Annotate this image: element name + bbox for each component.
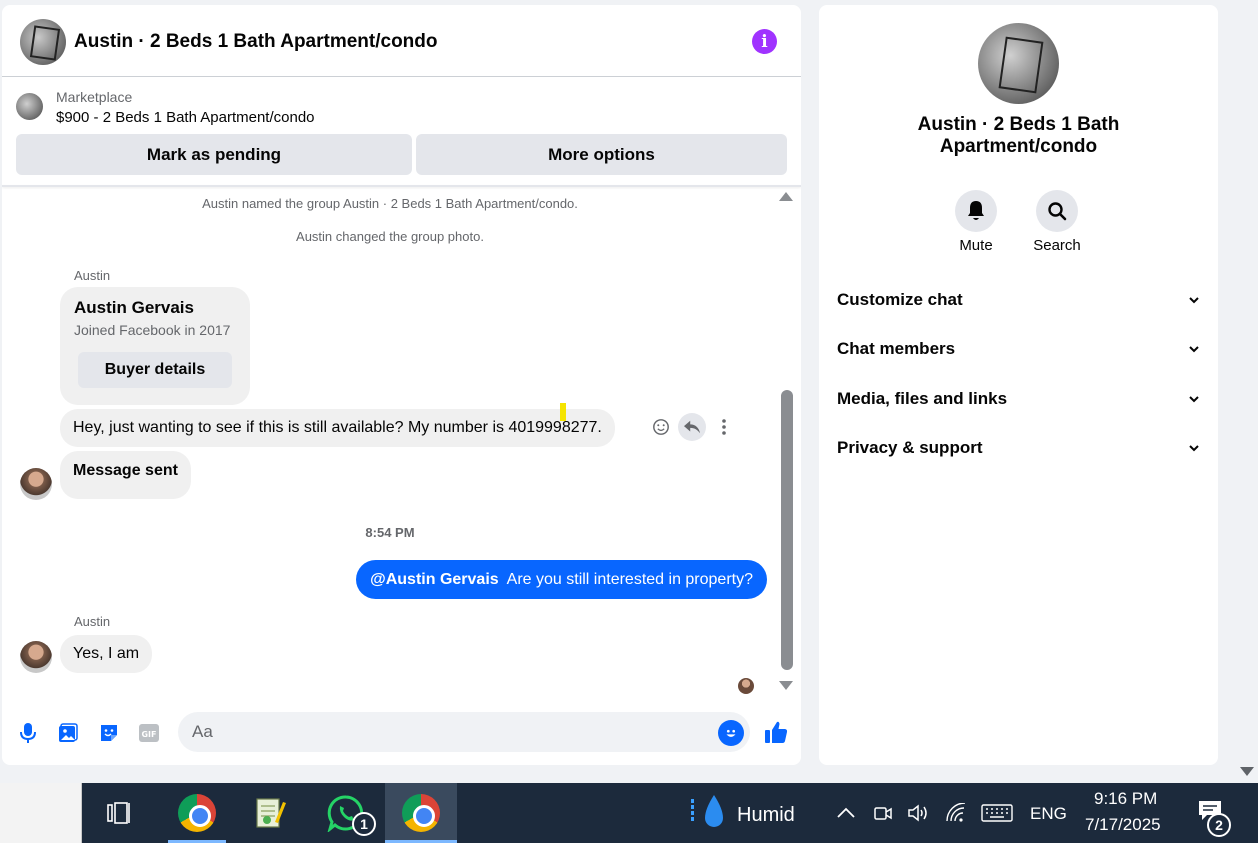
chevron-up-icon[interactable] (836, 801, 856, 825)
chevron-down-icon (1189, 443, 1199, 453)
marketplace-listing: Marketplace $900 - 2 Beds 1 Bath Apartme… (2, 78, 801, 186)
more-vertical-icon[interactable] (710, 413, 738, 441)
weather-label[interactable]: Humid (737, 804, 795, 827)
like-icon[interactable] (764, 720, 788, 744)
chrome-icon[interactable] (168, 783, 226, 843)
section-label: Privacy & support (837, 438, 983, 457)
mute-button[interactable] (955, 190, 997, 232)
outgoing-message-text: Are you still interested in property? (506, 570, 753, 588)
message-bubble[interactable]: Yes, I am (60, 635, 153, 673)
chevron-down-icon (1189, 344, 1199, 354)
section-chat-members[interactable]: Chat members (837, 334, 1199, 364)
weather-icon[interactable] (686, 783, 730, 843)
page-scroll-down-arrow[interactable] (1240, 767, 1254, 776)
group-photo[interactable] (978, 23, 1059, 104)
buyer-card: Austin Gervais Joined Facebook in 2017 B… (60, 287, 250, 405)
volume-icon[interactable] (906, 801, 932, 825)
avatar[interactable] (20, 641, 52, 673)
language-indicator[interactable]: ENG (1030, 804, 1067, 824)
emoji-icon[interactable] (718, 720, 744, 746)
notepad-icon[interactable] (246, 783, 294, 843)
camera-icon[interactable] (872, 801, 894, 825)
outgoing-message-bubble[interactable]: @Austin Gervais Are you still interested… (356, 560, 767, 599)
keyboard-icon[interactable] (980, 801, 1014, 825)
image-icon[interactable] (56, 721, 80, 745)
notifications-badge: 2 (1207, 813, 1231, 837)
section-label: Chat members (837, 339, 956, 358)
section-customize-chat[interactable]: Customize chat (837, 285, 1199, 315)
info-icon[interactable]: i (752, 29, 777, 54)
chat-title[interactable]: Austin · 2 Beds 1 Bath Apartment/condo (74, 31, 438, 53)
message-bubble[interactable]: Hey, just wanting to see if this is stil… (60, 409, 615, 447)
divider (2, 185, 801, 187)
info-title: Austin · 2 Beds 1 Bath Apartment/condo (917, 114, 1120, 157)
svg-text:GIF: GIF (141, 730, 156, 739)
text-cursor (560, 403, 566, 421)
clock-time[interactable]: 9:16 PM (1094, 789, 1157, 809)
buyer-details-button[interactable]: Buyer details (78, 352, 232, 388)
task-view-icon[interactable] (100, 783, 140, 843)
chevron-down-icon (1189, 394, 1199, 404)
more-options-button[interactable]: More options (416, 134, 787, 175)
buyer-name: Austin Gervais (74, 298, 194, 317)
search-button[interactable] (1036, 190, 1078, 232)
avatar[interactable] (20, 468, 52, 500)
reply-icon[interactable] (678, 413, 706, 441)
search-label: Search (1033, 237, 1081, 254)
listing-thumbnail[interactable] (16, 93, 43, 120)
mark-as-pending-button[interactable]: Mark as pending (16, 134, 412, 175)
react-icon[interactable] (647, 413, 675, 441)
chrome-profile-icon[interactable] (385, 783, 457, 843)
marketplace-label: Marketplace (56, 89, 133, 105)
taskbar-search[interactable] (0, 783, 82, 843)
mute-label: Mute (959, 237, 993, 254)
group-avatar[interactable] (20, 19, 66, 65)
scroll-down-arrow[interactable] (779, 681, 793, 690)
message-bubble[interactable]: Message sent (60, 451, 191, 499)
mention[interactable]: @Austin Gervais (370, 571, 499, 589)
gif-icon[interactable]: GIF (137, 721, 161, 745)
sticker-icon[interactable] (97, 721, 121, 745)
taskbar: 1 Humid ENG 9:16 PM 7/17/2025 2 (0, 783, 1258, 843)
system-message: Austin changed the group photo. (296, 229, 484, 244)
sender-name: Austin (74, 268, 111, 283)
chat-header: Austin · 2 Beds 1 Bath Apartment/condo i (2, 5, 801, 77)
chevron-down-icon (1189, 295, 1199, 305)
message-timestamp: 8:54 PM (365, 525, 415, 540)
buyer-joined: Joined Facebook in 2017 (74, 322, 231, 338)
clock-date[interactable]: 7/17/2025 (1085, 815, 1161, 835)
scrollbar-thumb[interactable] (781, 390, 793, 670)
message-input[interactable] (178, 712, 750, 752)
section-privacy-support[interactable]: Privacy & support (837, 433, 1199, 463)
system-message: Austin named the group Austin · 2 Beds 1… (202, 196, 578, 211)
read-receipt-avatar (738, 678, 754, 694)
wifi-icon[interactable] (944, 801, 968, 825)
chat-info-panel: Austin · 2 Beds 1 Bath Apartment/condo M… (819, 5, 1218, 765)
section-label: Media, files and links (837, 389, 1008, 408)
sender-name: Austin (74, 614, 111, 629)
scroll-up-arrow[interactable] (779, 192, 793, 201)
section-label: Customize chat (837, 290, 963, 309)
chat-panel: Austin · 2 Beds 1 Bath Apartment/condo i… (2, 5, 801, 765)
microphone-icon[interactable] (16, 721, 40, 745)
whatsapp-badge: 1 (352, 812, 376, 836)
section-media-files-links[interactable]: Media, files and links (837, 384, 1199, 414)
listing-title[interactable]: $900 - 2 Beds 1 Bath Apartment/condo (56, 109, 315, 126)
message-actions (647, 413, 737, 441)
